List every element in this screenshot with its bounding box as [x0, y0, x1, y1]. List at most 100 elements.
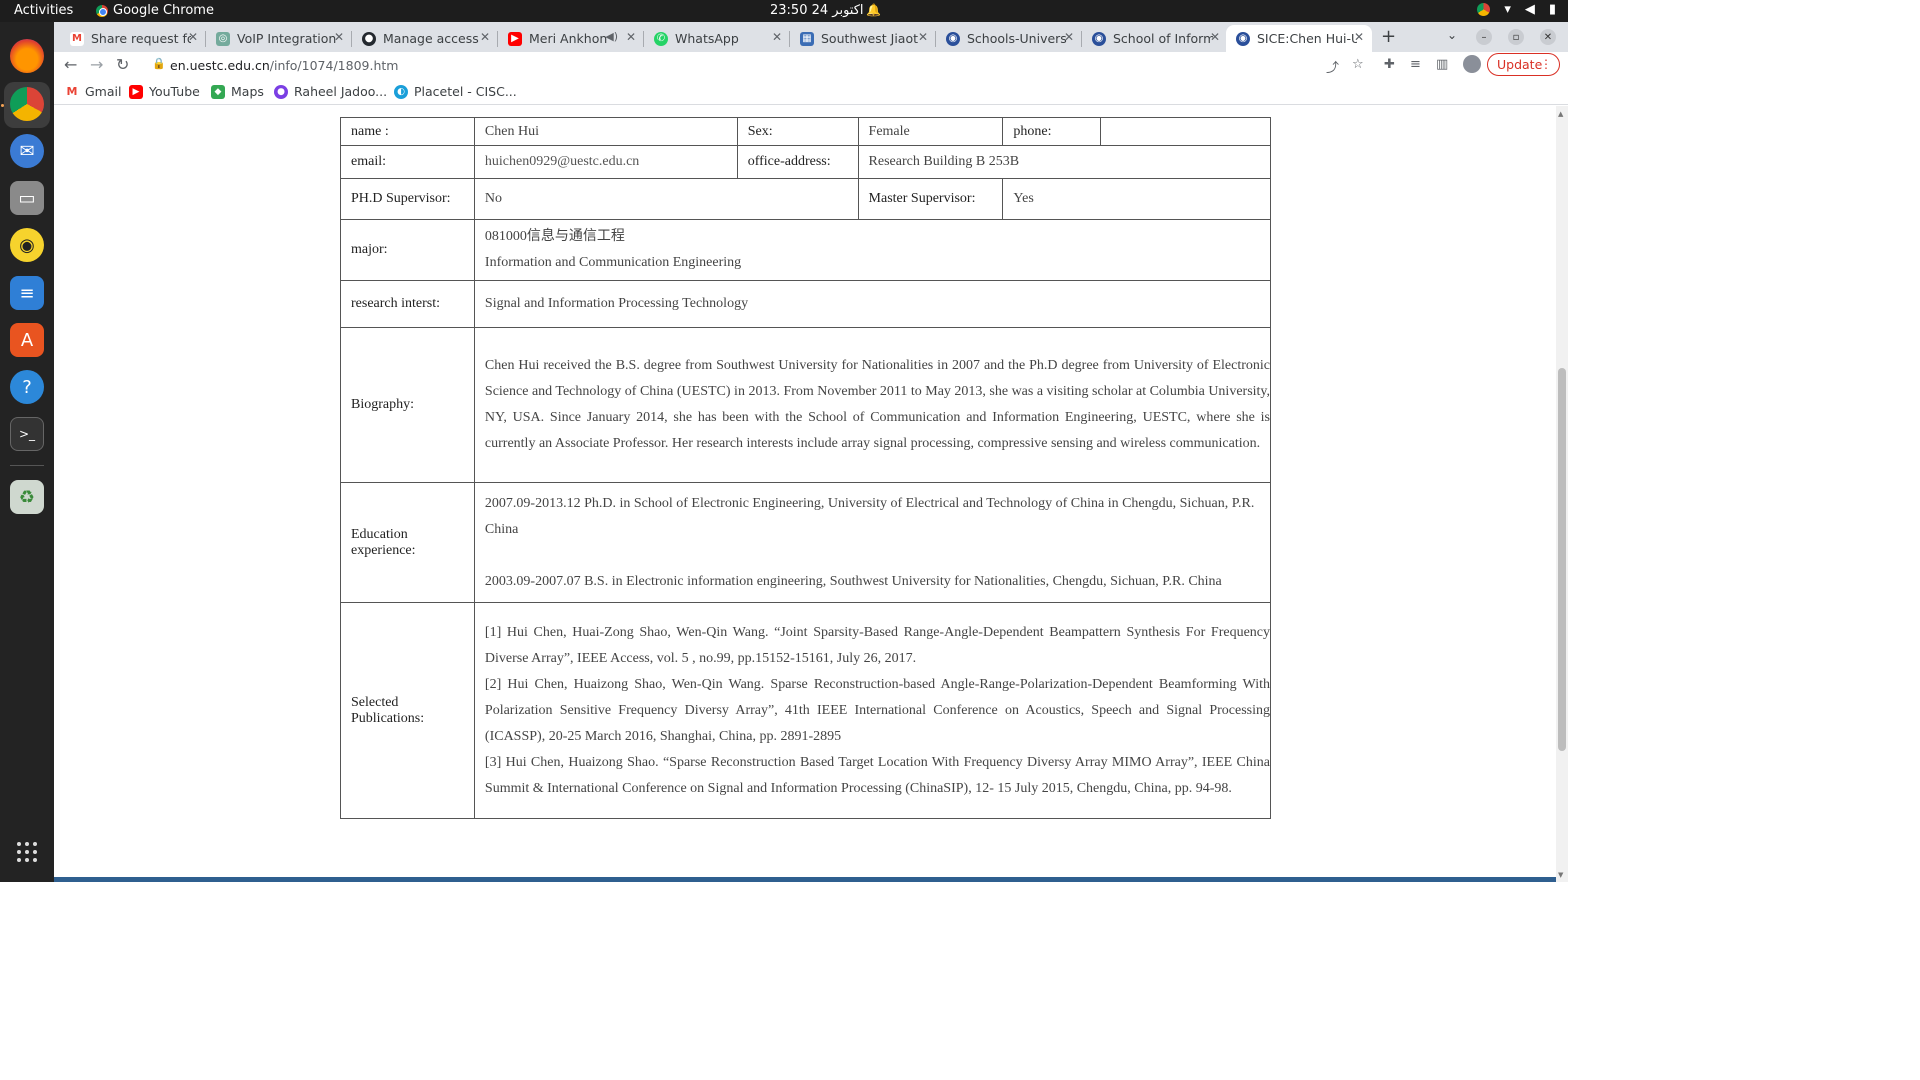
profile-avatar[interactable]: [1463, 55, 1481, 73]
bookmark-star-icon[interactable]: ☆: [1352, 57, 1364, 72]
tab-title: Manage access: [383, 31, 479, 46]
close-window-button[interactable]: ✕: [1540, 29, 1556, 45]
side-panel-icon[interactable]: ▥: [1436, 57, 1448, 72]
uestc-icon: ◉: [946, 31, 960, 46]
app-center-icon[interactable]: A: [10, 323, 44, 357]
tab-title: Southwest Jiaot: [821, 31, 918, 46]
tab-southwest-jiaotong[interactable]: ▦ Southwest Jiaot ✕: [790, 25, 936, 52]
tab-title: WhatsApp: [675, 31, 739, 46]
publication-item: [3] Hui Chen, Huaizong Shao. “Sparse Rec…: [484, 754, 1270, 796]
url-text[interactable]: en.uestc.edu.cn/info/1074/1809.htm: [170, 58, 398, 73]
tab-voip-integration[interactable]: ◎ VoIP Integration ✕: [206, 25, 352, 52]
chrome-tray-icon[interactable]: [1477, 3, 1491, 16]
chrome-dock-icon[interactable]: [10, 87, 44, 121]
show-apps-icon[interactable]: [17, 842, 37, 862]
share-icon[interactable]: ⤴: [1326, 57, 1339, 76]
help-icon[interactable]: ?: [10, 370, 44, 404]
activities-button[interactable]: Activities: [14, 3, 73, 18]
placetel-icon: ◐: [394, 84, 408, 99]
trash-icon[interactable]: ♻: [10, 480, 44, 514]
volume-icon[interactable]: ◀: [1525, 2, 1535, 17]
wifi-icon[interactable]: ▾: [1504, 2, 1511, 17]
publications-label: Selected Publications:: [340, 602, 475, 819]
close-icon[interactable]: ✕: [188, 30, 198, 44]
tab-whatsapp[interactable]: ✆ WhatsApp ✕: [644, 25, 790, 52]
maximize-button[interactable]: ▫: [1508, 29, 1524, 45]
publication-item: [2] Hui Chen, Huaizong Shao, Wen-Qin Wan…: [484, 676, 1270, 744]
tab-strip: M Share request fo ✕ ◎ VoIP Integration …: [54, 22, 1568, 52]
running-indicator: [1, 104, 4, 107]
lock-icon[interactable]: 🔒: [152, 57, 166, 70]
tab-share-request[interactable]: M Share request fo ✕: [60, 25, 206, 52]
bookmark-gmail[interactable]: M Gmail: [65, 84, 121, 99]
extensions-icon[interactable]: ✚: [1384, 57, 1395, 72]
whatsapp-icon: ✆: [654, 31, 668, 46]
university-crest-icon: ▦: [800, 31, 814, 46]
scroll-down-arrow-icon[interactable]: ▼: [1558, 871, 1563, 879]
tab-title: Share request fo: [91, 31, 191, 46]
system-tray[interactable]: ▾ ◀ ▮: [1477, 2, 1556, 17]
tab-meri-ankhon[interactable]: ▶ Meri Ankhon ◀) ✕: [498, 25, 644, 52]
minimize-button[interactable]: –: [1476, 29, 1492, 45]
tab-manage-access[interactable]: ● Manage access ✕: [352, 25, 498, 52]
biography-text: Chen Hui received the B.S. degree from S…: [473, 327, 1272, 483]
files-icon[interactable]: ▭: [10, 181, 44, 215]
close-icon[interactable]: ✕: [772, 30, 782, 44]
tab-title: SICE:Chen Hui-U: [1257, 31, 1357, 46]
close-icon[interactable]: ✕: [918, 30, 928, 44]
update-button[interactable]: Update ⋮: [1487, 53, 1560, 76]
footer-bar: [54, 877, 1556, 882]
audio-playing-icon[interactable]: ◀): [605, 30, 618, 43]
scroll-up-arrow-icon[interactable]: ▲: [1558, 110, 1563, 118]
close-icon[interactable]: ✕: [1354, 30, 1364, 44]
notification-bell-icon[interactable]: 🔔: [866, 3, 881, 17]
tab-schools-universities[interactable]: ◉ Schools-Universi ✕: [936, 25, 1082, 52]
battery-icon[interactable]: ▮: [1549, 2, 1556, 17]
new-tab-button[interactable]: +: [1381, 26, 1396, 47]
research-interest-label: research interst:: [340, 280, 475, 328]
tab-search-icon[interactable]: ⌄: [1447, 28, 1457, 42]
dock-separator: [10, 465, 44, 466]
app-menu[interactable]: Google Chrome: [96, 3, 214, 18]
uestc-icon: ◉: [1092, 31, 1106, 46]
page-scrollbar[interactable]: ▲ ▼: [1556, 106, 1568, 882]
youtube-icon: ▶: [129, 84, 143, 99]
education-item: 2003.09-2007.07 B.S. in Electronic infor…: [484, 573, 1222, 589]
forward-icon[interactable]: →: [90, 55, 103, 74]
back-icon[interactable]: ←: [64, 55, 77, 74]
tab-sice-chen-hui[interactable]: ◉ SICE:Chen Hui-U ✕: [1226, 25, 1372, 52]
address-bar[interactable]: 🔒 en.uestc.edu.cn/info/1074/1809.htm: [140, 53, 1350, 78]
close-icon[interactable]: ✕: [1210, 30, 1220, 44]
scrollbar-thumb[interactable]: [1558, 368, 1566, 751]
reload-icon[interactable]: ↻: [116, 55, 129, 74]
page-content: name : Chen Hui Sex: Female phone: email…: [54, 106, 1556, 882]
media-controls-icon[interactable]: ≡: [1410, 57, 1421, 72]
close-icon[interactable]: ✕: [626, 30, 636, 44]
terminal-icon[interactable]: >_: [10, 417, 44, 451]
bookmark-maps[interactable]: ◆ Maps: [211, 84, 264, 99]
major-value: 081000信息与通信工程 Information and Communicat…: [473, 219, 1272, 281]
clock[interactable]: 23:50 24 اکتوبر: [770, 3, 864, 18]
email-value[interactable]: huichen0929@uestc.edu.cn: [473, 145, 738, 179]
writer-icon[interactable]: ≡: [10, 276, 44, 310]
bookmark-placetel[interactable]: ◐ Placetel - CISC...: [394, 84, 517, 99]
tab-title: Schools-Universi: [967, 31, 1067, 46]
tab-school-of-information[interactable]: ◉ School of Inform ✕: [1082, 25, 1228, 52]
name-label: name :: [340, 117, 475, 146]
close-icon[interactable]: ✕: [1064, 30, 1074, 44]
thunderbird-icon[interactable]: ✉: [10, 134, 44, 168]
gmail-icon: M: [70, 31, 84, 46]
rhythmbox-icon[interactable]: ◉: [10, 228, 44, 262]
major-english: Information and Communication Engineerin…: [484, 255, 742, 270]
close-icon[interactable]: ✕: [480, 30, 490, 44]
url-host: en.uestc.edu.cn: [170, 58, 270, 73]
bookmark-label: Gmail: [85, 84, 122, 99]
phone-value: [1100, 117, 1271, 146]
bookmark-raheel[interactable]: ● Raheel Jadoo...: [274, 84, 387, 99]
more-options-icon[interactable]: ⋮: [1540, 57, 1552, 71]
browser-toolbar: ← → ↻ 🔒 en.uestc.edu.cn/info/1074/1809.h…: [54, 52, 1568, 79]
education-list: 2007.09-2013.12 Ph.D. in School of Elect…: [473, 482, 1272, 603]
bookmark-youtube[interactable]: ▶ YouTube: [129, 84, 200, 99]
close-icon[interactable]: ✕: [334, 30, 344, 44]
firefox-icon[interactable]: [10, 39, 44, 73]
